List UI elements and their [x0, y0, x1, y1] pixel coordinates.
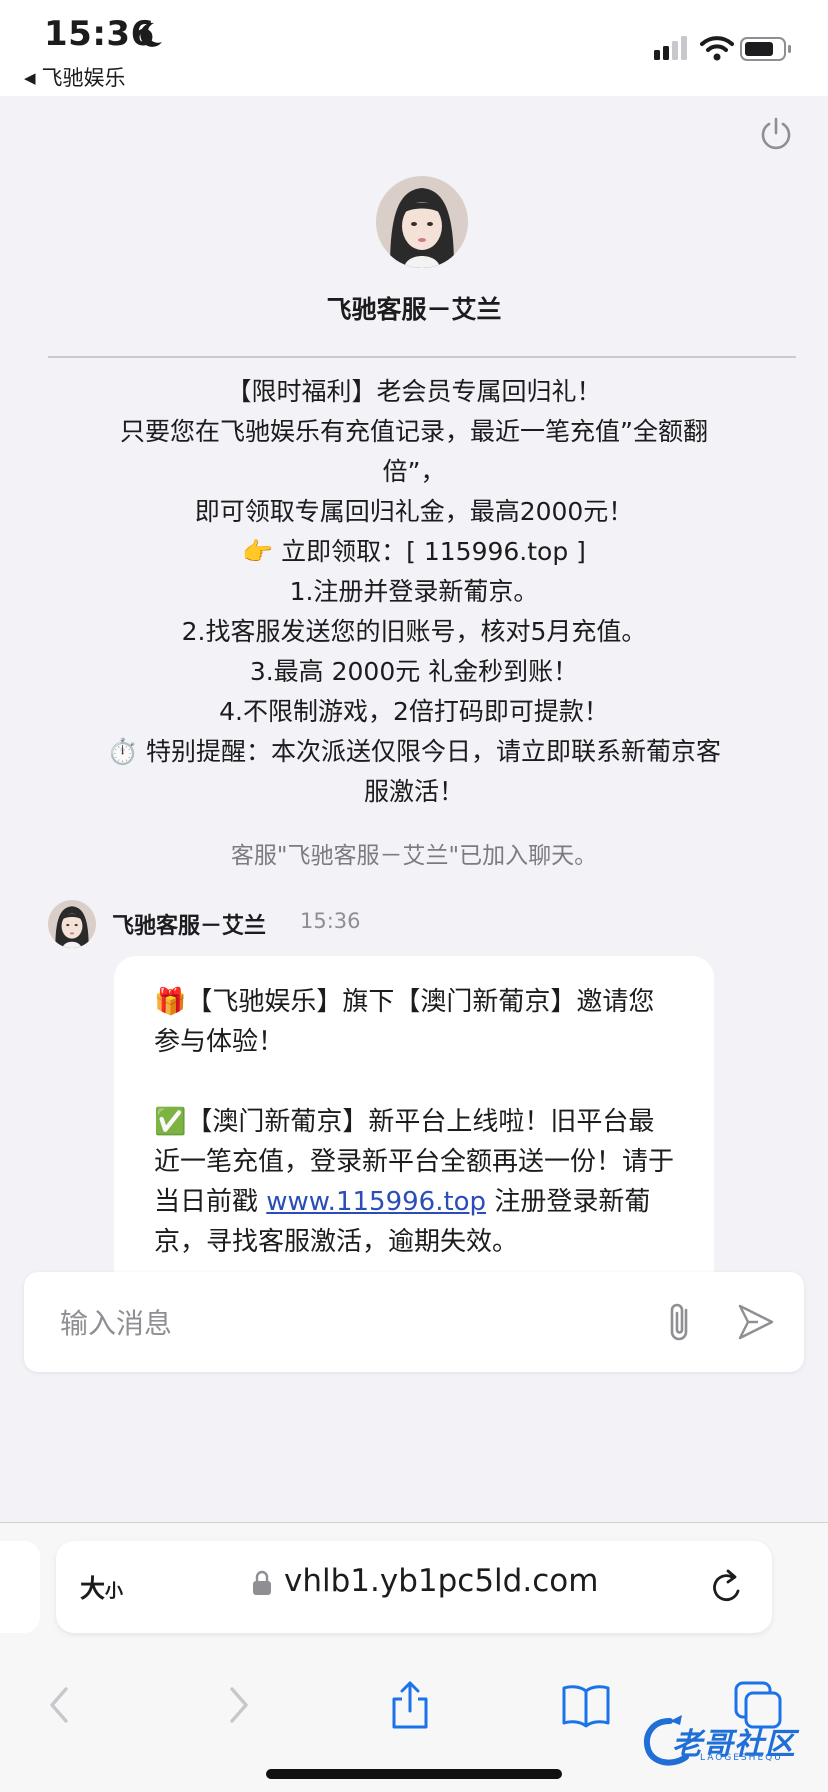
- moon-icon: [140, 22, 162, 47]
- message-avatar-image: [48, 900, 96, 948]
- announcement-line: 只要您在飞驰娱乐有充值记录，最近一笔充值”全额翻: [120, 417, 708, 446]
- power-icon[interactable]: [758, 116, 794, 152]
- back-app-label: 飞驰娱乐: [41, 66, 126, 90]
- system-note: 客服"飞驰客服－艾兰"已加入聊天。: [230, 843, 598, 869]
- lock-icon: [253, 1570, 271, 1595]
- message-paragraph-text: 【飞驰娱乐】旗下【澳门新葡京】邀请您参与体验！: [154, 987, 655, 1057]
- message-input[interactable]: [58, 1296, 622, 1350]
- message-link[interactable]: www.115996.top: [266, 1187, 486, 1217]
- text-size-small-label: 小: [105, 1581, 124, 1602]
- message-avatar: [48, 900, 96, 948]
- announcement-line: 即可领取专属回归礼金，最高2000元！: [194, 497, 634, 526]
- message-bubble: 🎁【飞驰娱乐】旗下【澳门新葡京】邀请您参与体验！ ✅【澳门新葡京】新平台上线啦！…: [114, 956, 714, 1290]
- text-size-button[interactable]: 大小: [80, 1569, 123, 1605]
- announcement-text: 【限时福利】老会员专属回归礼！ 只要您在飞驰娱乐有充值记录，最近一笔充值”全额翻…: [60, 372, 768, 812]
- agent-name-heading: 飞驰客服－艾兰: [326, 295, 502, 324]
- wifi-icon: [700, 36, 734, 61]
- announcement-line: 1.注册并登录新葡京。: [289, 577, 539, 606]
- message-sender: 飞驰客服－艾兰: [112, 914, 267, 939]
- gift-emoji-icon: 🎁: [154, 987, 187, 1017]
- reload-icon[interactable]: [708, 1567, 746, 1607]
- announcement-line: 倍”，: [382, 457, 446, 486]
- forward-chevron-icon[interactable]: [208, 1675, 268, 1735]
- check-emoji-icon: ✅: [154, 1107, 187, 1137]
- back-chevron-icon[interactable]: [30, 1675, 90, 1735]
- cellular-signal-icon: [654, 36, 687, 60]
- battery-icon: [740, 37, 791, 61]
- message-paragraph: 🎁【飞驰娱乐】旗下【澳门新葡京】邀请您参与体验！: [154, 982, 676, 1062]
- announcement-line: 4.不限制游戏，2倍打码即可提款！: [219, 697, 609, 726]
- url-text: vhlb1.yb1pc5ld.com: [284, 1563, 599, 1599]
- address-bar[interactable]: 大小 vhlb1.yb1pc5ld.com: [56, 1541, 772, 1633]
- watermark-subtext: LAOGESHEQU: [700, 1753, 783, 1763]
- agent-avatar: [376, 176, 468, 268]
- message-paragraph: ✅【澳门新葡京】新平台上线啦！旧平台最近一笔充值，登录新平台全额再送一份！请于当…: [154, 1102, 676, 1262]
- page: 15:36 ◀ 飞驰娱乐 飞驰客服－艾兰 【限时福利】老会员专属回归礼！ 只要您…: [0, 0, 828, 1792]
- bookmarks-icon[interactable]: [556, 1675, 616, 1735]
- status-bar: 15:36 ◀ 飞驰娱乐: [0, 0, 828, 96]
- previous-tab-preview[interactable]: [0, 1541, 40, 1633]
- announcement-line: 3.最高 2000元 礼金秒到账！: [249, 657, 579, 686]
- back-triangle-icon: ◀: [24, 69, 36, 87]
- message-input-bar: [24, 1272, 804, 1372]
- paperclip-icon[interactable]: [660, 1300, 700, 1344]
- announcement-line: 2.找客服发送您的旧账号，核对5月充值。: [181, 617, 647, 646]
- home-indicator[interactable]: [266, 1769, 562, 1779]
- text-size-big-label: 大: [80, 1574, 106, 1603]
- share-icon[interactable]: [380, 1675, 440, 1735]
- chat-area[interactable]: 飞驰客服－艾兰 【限时福利】老会员专属回归礼！ 只要您在飞驰娱乐有充值记录，最近…: [0, 96, 828, 1522]
- announcement-line: 👉 立即领取：[ 115996.top ]: [242, 537, 586, 566]
- announcement-line: 【限时福利】老会员专属回归礼！: [226, 377, 602, 406]
- message-time: 15:36: [300, 909, 361, 933]
- announcement-line: ⏱️ 特别提醒：本次派送仅限今日，请立即联系新葡京客: [106, 737, 722, 766]
- send-icon[interactable]: [736, 1302, 776, 1342]
- divider: [48, 356, 796, 358]
- browser-toolbar: 大小 vhlb1.yb1pc5ld.com 老哥社区 LAOGESHEQU: [0, 1522, 828, 1792]
- announcement-line: 服激活！: [363, 777, 464, 806]
- watermark-logo: 老哥社区 LAOGESHEQU: [640, 1713, 820, 1773]
- back-to-app-button[interactable]: ◀ 飞驰娱乐: [24, 62, 126, 92]
- agent-avatar-image: [376, 176, 468, 268]
